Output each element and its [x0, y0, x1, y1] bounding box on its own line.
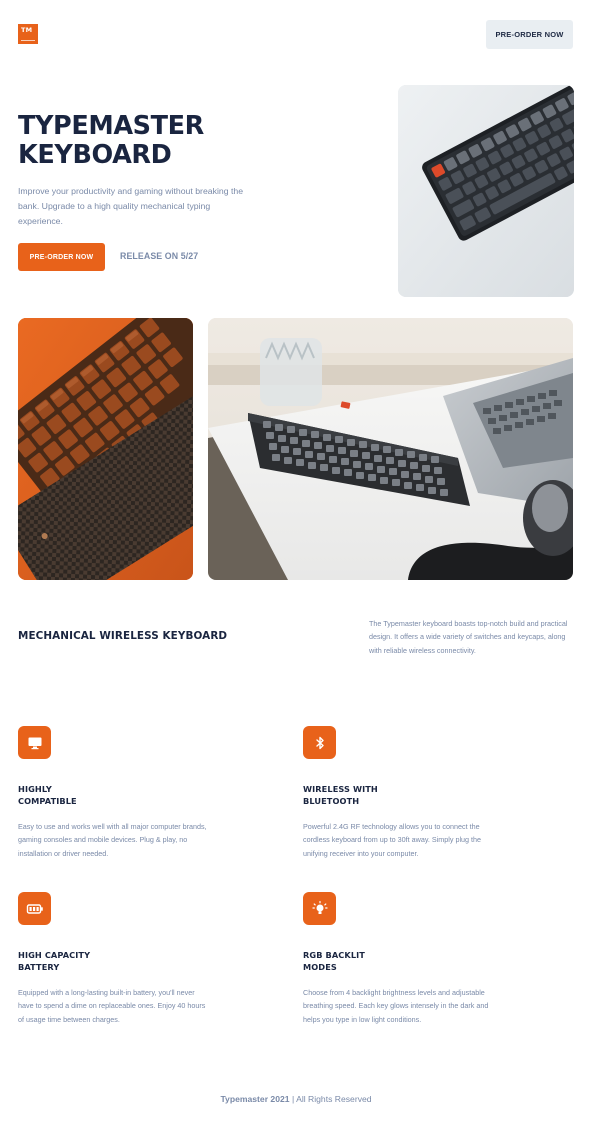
- feature-text: Choose from 4 backlight brightness level…: [303, 988, 489, 1024]
- hero-description: Improve your productivity and gaming wit…: [18, 186, 244, 226]
- feature-bluetooth: WIRELESS WITH BLUETOOTH Powerful 2.4G RF…: [303, 726, 533, 860]
- section-description: The Typemaster keyboard boasts top-notch…: [369, 619, 568, 655]
- monitor-icon: [18, 726, 51, 759]
- feature-battery: HIGH CAPACITY BATTERY Equipped with a lo…: [18, 892, 248, 1026]
- feature-title: HIGH CAPACITY BATTERY: [18, 950, 91, 972]
- feature-title: HIGHLY COMPATIBLE: [18, 784, 77, 806]
- feature-text: Powerful 2.4G RF technology allows you t…: [303, 822, 482, 858]
- feature-text: Equipped with a long-lasting built-in ba…: [18, 988, 206, 1024]
- bluetooth-icon: [303, 726, 336, 759]
- lightbulb-icon: [303, 892, 336, 925]
- footer: Typemaster 2021 | All Rights Reserved: [0, 1094, 592, 1104]
- logo-text: TM: [21, 26, 33, 34]
- battery-icon: [18, 892, 51, 925]
- hero-preorder-button[interactable]: PRE-ORDER NOW: [18, 243, 105, 271]
- orange-keyboard-image: [18, 318, 193, 580]
- footer-brand: Typemaster 2021: [220, 1094, 290, 1104]
- feature-backlit: RGB BACKLIT MODES Choose from 4 backligh…: [303, 892, 533, 1026]
- desk-setup-image: [208, 318, 573, 580]
- brand-logo[interactable]: TM: [18, 24, 38, 44]
- feature-compatible: HIGHLY COMPATIBLE Easy to use and works …: [18, 726, 248, 860]
- hero-title: TYPEMASTER KEYBOARD: [18, 111, 204, 170]
- section-title: MECHANICAL WIRELESS KEYBOARD: [18, 630, 228, 642]
- footer-rights: | All Rights Reserved: [289, 1094, 372, 1104]
- feature-text: Easy to use and works well with all majo…: [18, 822, 207, 858]
- feature-title: RGB BACKLIT MODES: [303, 950, 365, 972]
- release-date-label: RELEASE ON 5/27: [120, 251, 199, 261]
- header-preorder-button[interactable]: PRE-ORDER NOW: [486, 20, 573, 49]
- feature-title: WIRELESS WITH BLUETOOTH: [303, 784, 378, 806]
- hero-keyboard-image: [398, 85, 574, 297]
